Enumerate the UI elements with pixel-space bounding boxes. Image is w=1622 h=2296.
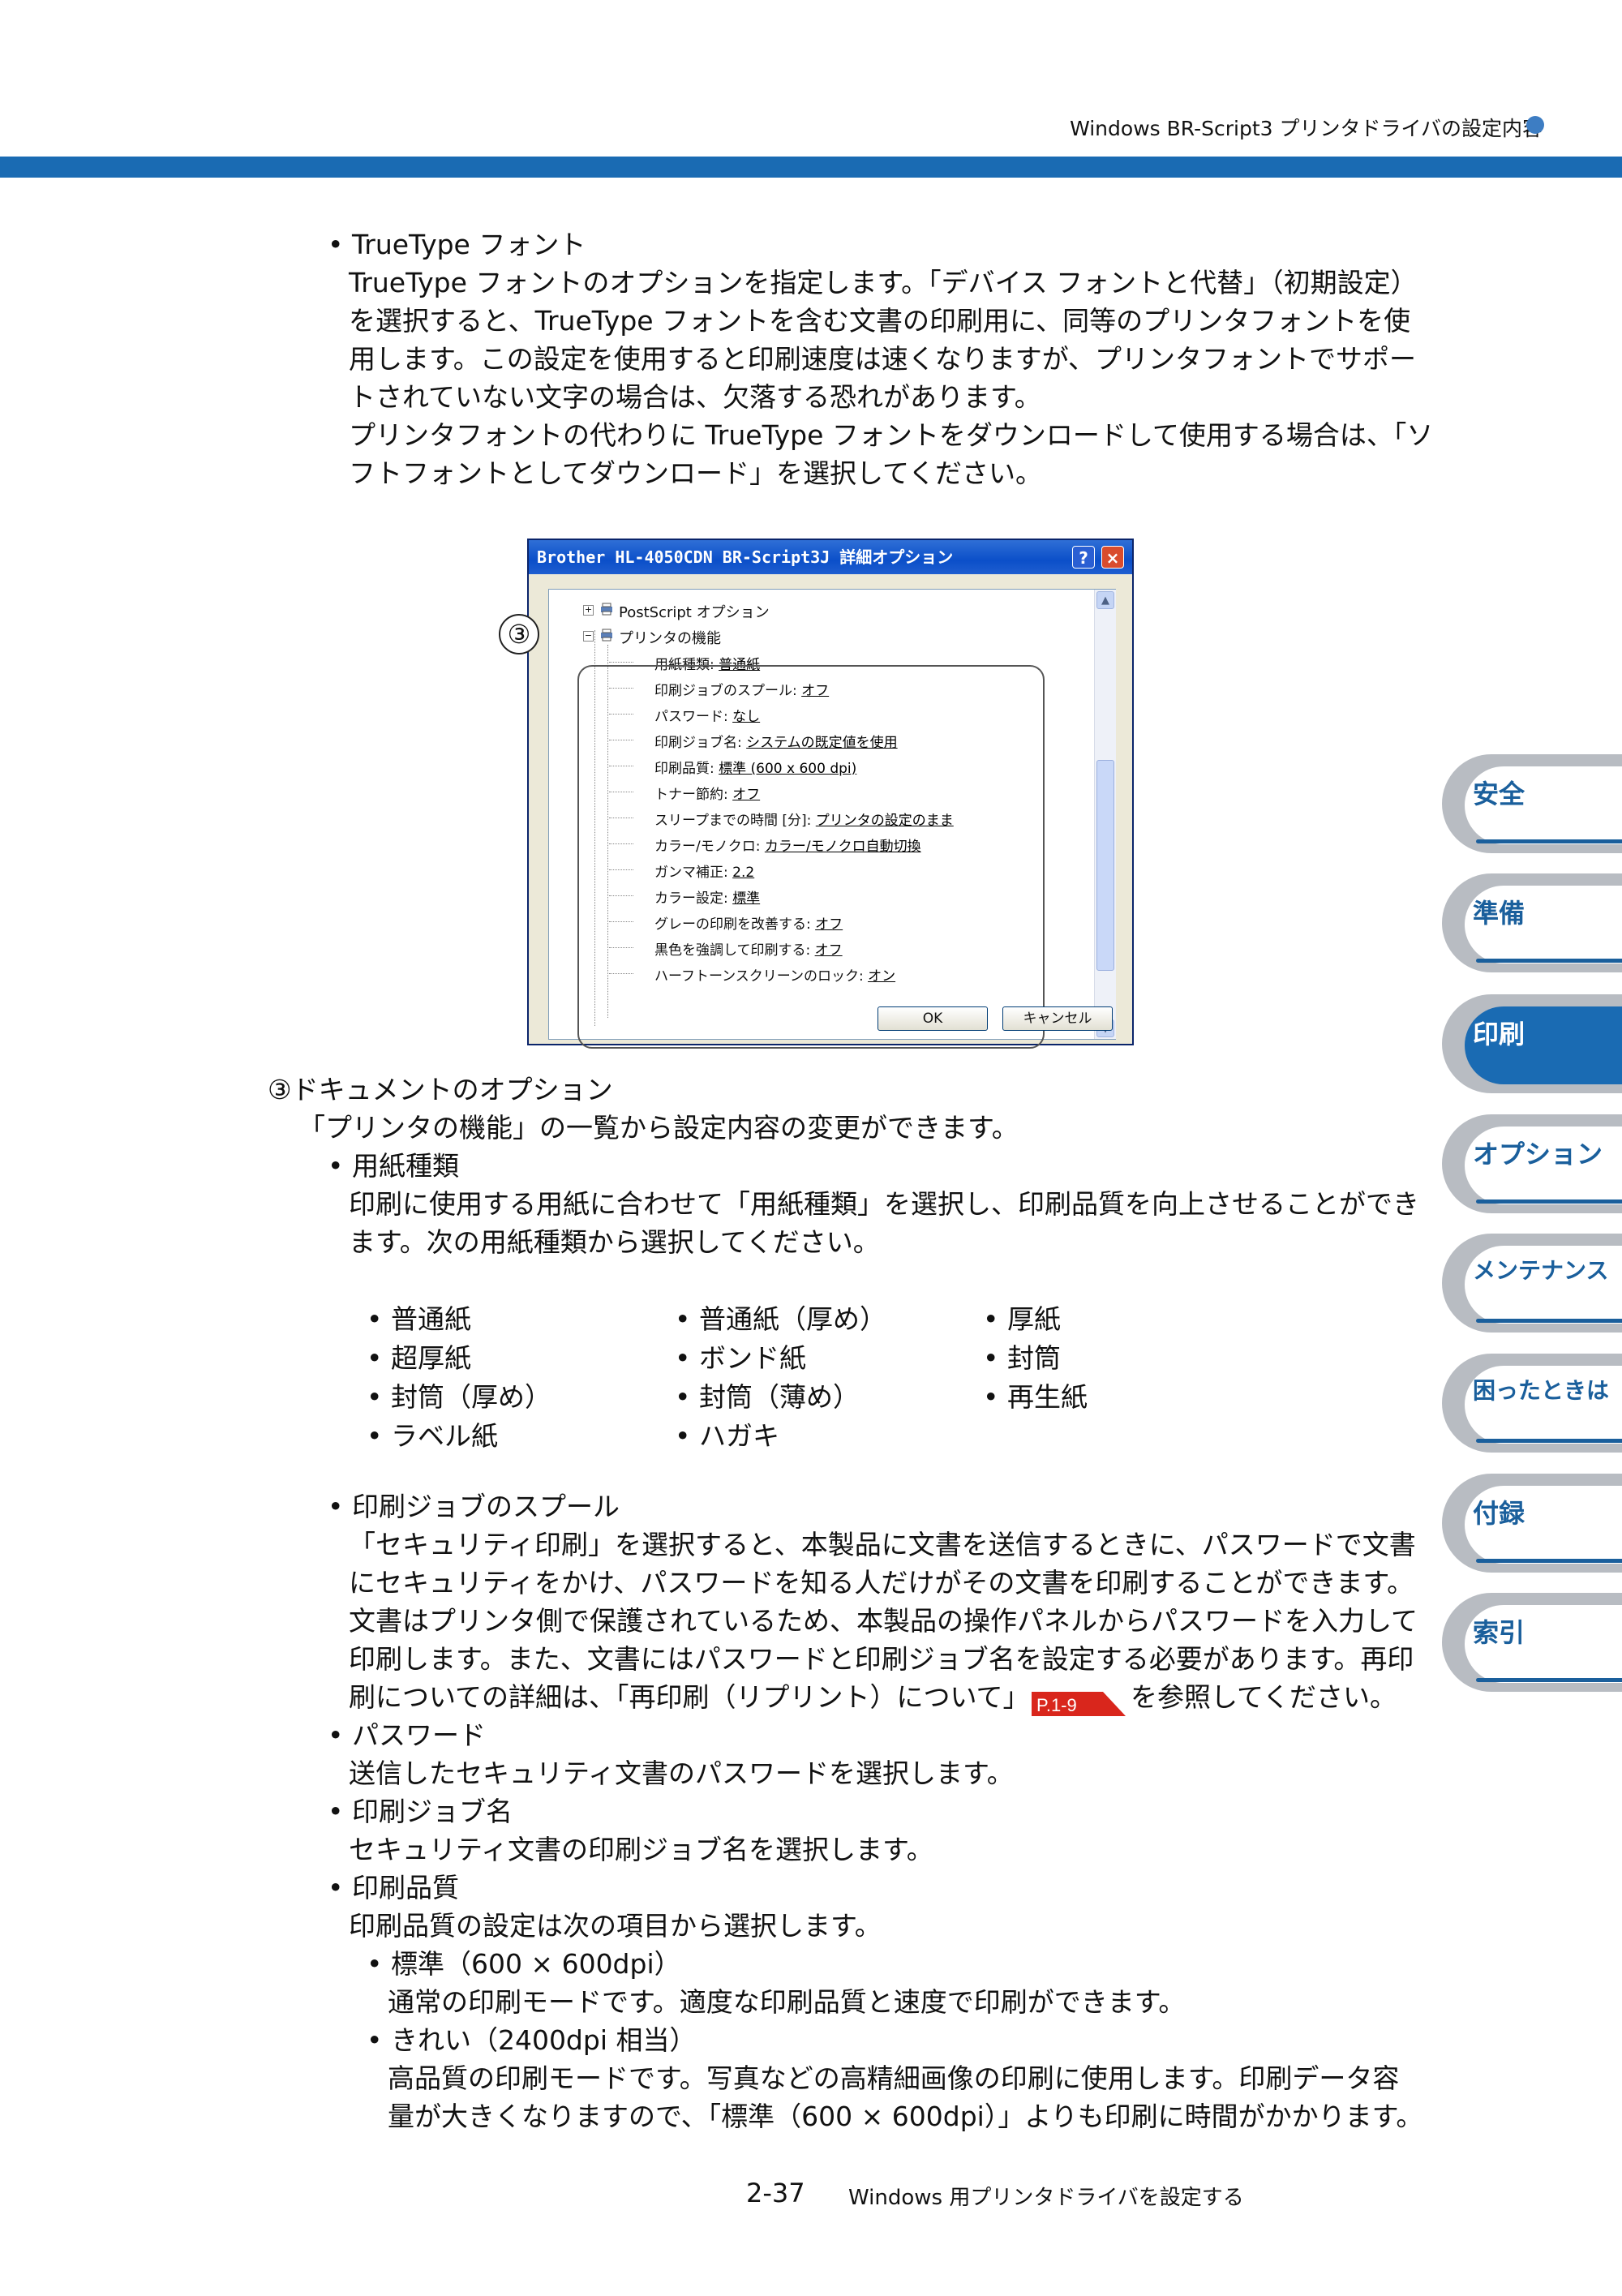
paper-text: ます。次の用紙種類から選択してください。 xyxy=(349,1226,880,1258)
fine-text: 量が大きくなりますので、「標準（600 × 600dpi）」よりも印刷に時間がか… xyxy=(388,2101,1423,2132)
paper-type: • ボンド紙 xyxy=(675,1342,806,1374)
tab-appendix[interactable]: 付録 xyxy=(1442,1474,1622,1573)
paper-type: • 封筒（厚め） xyxy=(367,1381,551,1413)
tab-preparation[interactable]: 準備 xyxy=(1442,873,1622,972)
section-intro: 「プリンタの機能」の一覧から設定内容の変更ができます。 xyxy=(298,1112,1019,1144)
header-dot-icon xyxy=(1526,116,1544,134)
password-text: 送信したセキュリティ文書のパスワードを選択します。 xyxy=(349,1757,1014,1789)
scrollbar[interactable]: ▲ ▼ xyxy=(1094,590,1116,1039)
paper-heading: • 用紙種類 xyxy=(328,1150,459,1182)
truetype-heading: • TrueType フォント xyxy=(328,229,586,260)
truetype-line: トされていない文字の場合は、欠落する恐れがあります。 xyxy=(349,381,1041,413)
printer-icon xyxy=(601,603,612,616)
tab-options[interactable]: オプション xyxy=(1442,1114,1622,1213)
close-button[interactable]: × xyxy=(1101,546,1124,569)
paper-type: • 超厚紙 xyxy=(367,1342,471,1374)
options-tree[interactable]: + PostScript オプション − プリンタの機能 用紙種類: 普通紙 印… xyxy=(548,589,1116,1049)
dialog-title: Brother HL-4050CDN BR-Script3J 詳細オプション xyxy=(537,547,954,567)
tab-troubleshooting[interactable]: 困ったときは xyxy=(1442,1354,1622,1453)
truetype-line: プリンタフォントの代わりに TrueType フォントをダウンロードして使用する… xyxy=(349,419,1434,451)
paper-type: • ハガキ xyxy=(675,1420,779,1452)
header-bar xyxy=(0,157,1622,178)
truetype-line: を選択すると、TrueType フォントを含む文書の印刷用に、同等のプリンタフォ… xyxy=(349,305,1411,337)
paper-type: • 普通紙（厚め） xyxy=(675,1303,886,1335)
page-number: 2-37 xyxy=(746,2178,805,2208)
jobname-heading: • 印刷ジョブ名 xyxy=(328,1796,513,1827)
paper-type: • 再生紙 xyxy=(983,1381,1088,1413)
section-heading: ③ドキュメントのオプション xyxy=(268,1074,613,1105)
paper-type: • 封筒 xyxy=(983,1342,1061,1374)
paper-text: 印刷に使用する用紙に合わせて「用紙種類」を選択し、印刷品質を向上させることができ xyxy=(349,1188,1419,1220)
quality-heading: • 印刷品質 xyxy=(328,1872,459,1903)
paper-type: • ラベル紙 xyxy=(367,1420,498,1452)
paper-type: • 封筒（薄め） xyxy=(675,1381,860,1413)
header-title: Windows BR-Script3 プリンタドライバの設定内容 xyxy=(1070,117,1543,140)
spool-heading: • 印刷ジョブのスプール xyxy=(328,1491,620,1522)
callout-number: ③ xyxy=(499,614,539,654)
spool-text: 刷についての詳細は、「再印刷（リプリント）について」 xyxy=(349,1681,1030,1713)
standard-text: 通常の印刷モードです。適度な印刷品質と速度で印刷ができます。 xyxy=(388,1986,1186,2018)
fine-heading: • きれい（2400dpi 相当） xyxy=(367,2024,697,2056)
spool-text: にセキュリティをかけ、パスワードを知る人だけがその文書を印刷することができます。 xyxy=(349,1567,1414,1599)
truetype-line: TrueType フォントのオプションを指定します。「デバイス フォントと代替」… xyxy=(349,267,1418,298)
scroll-thumb[interactable] xyxy=(1096,760,1114,971)
fine-text: 高品質の印刷モードです。写真などの高精細画像の印刷に使用します。印刷データ容 xyxy=(388,2062,1400,2094)
ok-button[interactable]: OK xyxy=(878,1006,988,1031)
footer-text: Windows 用プリンタドライバを設定する xyxy=(848,2186,1244,2210)
spool-text: を参照してください。 xyxy=(1131,1681,1397,1713)
tree-node-printer-features[interactable]: プリンタの機能 xyxy=(619,627,721,648)
spool-text: 「セキュリティ印刷」を選択すると、本製品に文書を送信するときに、パスワードで文書 xyxy=(349,1529,1416,1560)
dialog-titlebar: Brother HL-4050CDN BR-Script3J 詳細オプション ?… xyxy=(529,540,1132,574)
standard-heading: • 標準（600 × 600dpi） xyxy=(367,1948,681,1980)
page-reference-label: P.1-9 xyxy=(1036,1695,1077,1715)
truetype-line: 用します。この設定を使用すると印刷速度は速くなりますが、プリンタフォントでサポー xyxy=(349,343,1417,375)
truetype-line: フトフォントとしてダウンロード」を選択してください。 xyxy=(349,457,1043,489)
quality-text: 印刷品質の設定は次の項目から選択します。 xyxy=(349,1910,882,1942)
paper-type: • 厚紙 xyxy=(983,1303,1061,1335)
tab-index[interactable]: 索引 xyxy=(1442,1593,1622,1692)
jobname-text: セキュリティ文書の印刷ジョブ名を選択します。 xyxy=(349,1834,933,1865)
expand-icon[interactable]: + xyxy=(583,605,594,616)
printer-icon xyxy=(601,629,612,642)
spool-text: 印刷します。また、文書にはパスワードと印刷ジョブ名を設定する必要があります。再印 xyxy=(349,1643,1414,1675)
tab-safety[interactable]: 安全 xyxy=(1442,754,1622,853)
paper-type: • 普通紙 xyxy=(367,1303,471,1335)
cancel-button[interactable]: キャンセル xyxy=(1002,1006,1113,1031)
scroll-up-icon[interactable]: ▲ xyxy=(1096,591,1114,609)
page-reference-link[interactable]: P.1-9 xyxy=(1032,1689,1126,1716)
tree-node-postscript[interactable]: PostScript オプション xyxy=(619,601,770,622)
password-heading: • パスワード xyxy=(328,1719,486,1751)
collapse-icon[interactable]: − xyxy=(583,631,594,642)
advanced-options-dialog: Brother HL-4050CDN BR-Script3J 詳細オプション ?… xyxy=(527,539,1134,1049)
spool-text: 文書はプリンタ側で保護されているため、本製品の操作パネルからパスワードを入力して xyxy=(349,1605,1418,1637)
tab-maintenance[interactable]: メンテナンス xyxy=(1442,1234,1622,1333)
help-button[interactable]: ? xyxy=(1072,546,1095,569)
tab-printing[interactable]: 印刷 xyxy=(1442,994,1622,1093)
callout-frame xyxy=(577,665,1045,1049)
